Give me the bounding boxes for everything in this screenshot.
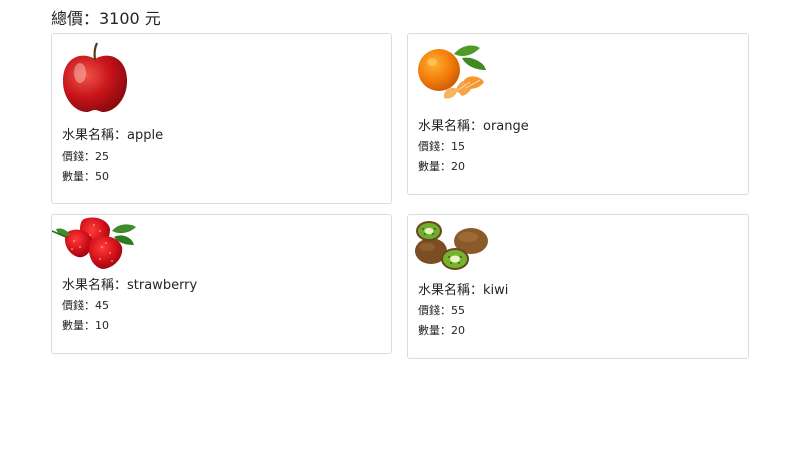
fruit-price: 價錢：15 <box>418 140 465 153</box>
fruit-quantity: 數量：10 <box>62 319 109 332</box>
fruit-name: 水果名稱：strawberry <box>62 278 198 293</box>
total-price: 總價：3100 元 <box>51 9 161 28</box>
fruit-card-orange: 水果名稱：orange 價錢：15 數量：20 <box>407 33 749 195</box>
fruit-price: 價錢：45 <box>62 299 109 312</box>
fruit-card-kiwi: 水果名稱：kiwi 價錢：55 數量：20 <box>407 214 749 359</box>
fruit-quantity: 數量：50 <box>62 170 109 183</box>
strawberry-image <box>52 217 136 269</box>
fruit-price: 價錢：55 <box>418 304 465 317</box>
fruit-price: 價錢：25 <box>62 150 109 163</box>
apple-image <box>62 42 128 113</box>
orange-image <box>418 45 486 99</box>
fruit-name: 水果名稱：kiwi <box>418 283 509 298</box>
fruit-page: 總價：3100 元 水果名稱：apple 價錢：25 數量：50 水果名稱：or… <box>0 0 800 450</box>
fruit-quantity: 數量：20 <box>418 324 465 337</box>
fruit-card-strawberry: 水果名稱：strawberry 價錢：45 數量：10 <box>51 214 392 354</box>
fruit-card-apple: 水果名稱：apple 價錢：25 數量：50 <box>51 33 392 204</box>
fruit-name: 水果名稱：apple <box>62 128 164 143</box>
fruit-name: 水果名稱：orange <box>418 119 529 134</box>
fruit-quantity: 數量：20 <box>418 160 465 173</box>
kiwi-image <box>415 221 488 270</box>
